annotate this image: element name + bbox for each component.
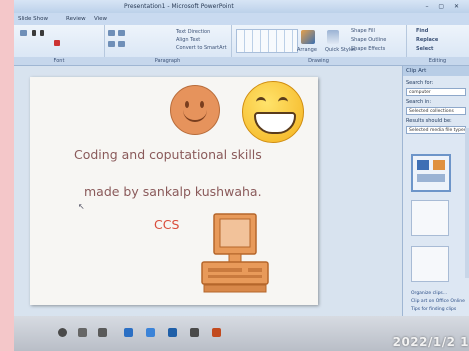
arrange-button[interactable]: Arrange xyxy=(297,47,317,53)
font-box-icon[interactable] xyxy=(20,30,27,36)
drawing-group: Arrange Quick Styles Shape Fill Shape Ou… xyxy=(231,25,407,65)
italic-icon[interactable] xyxy=(40,30,44,36)
pane-scrollbar[interactable] xyxy=(465,128,469,278)
browser-icon[interactable] xyxy=(124,328,133,337)
grinning-face-icon[interactable] xyxy=(242,81,304,143)
slide-workspace: Coding and coputational skills made by s… xyxy=(14,66,402,316)
window-title: Presentation1 - Microsoft PowerPoint xyxy=(124,3,234,10)
computer-clipart-icon[interactable] xyxy=(200,212,270,294)
clip-thumbnail[interactable] xyxy=(411,154,451,192)
drawing-group-label: Drawing xyxy=(231,57,406,65)
convert-smartart-button[interactable]: Convert to SmartArt xyxy=(176,45,227,51)
shape-outline-button[interactable]: Shape Outline xyxy=(351,37,386,43)
bold-icon[interactable] xyxy=(32,30,36,36)
word-icon[interactable] xyxy=(168,328,177,337)
smiley-left-eye xyxy=(185,101,189,108)
search-icon[interactable] xyxy=(78,328,87,337)
grin-mouth xyxy=(254,112,296,134)
arrange-icon[interactable] xyxy=(301,30,315,44)
shape-effects-button[interactable]: Shape Effects xyxy=(351,46,385,52)
menu-review[interactable]: Review xyxy=(66,13,86,25)
bullets-icon[interactable] xyxy=(108,30,115,36)
grin-left-eye xyxy=(256,97,266,107)
replace-button[interactable]: Replace xyxy=(416,37,438,43)
search-in-label: Search in: xyxy=(406,99,432,105)
smiley-face-icon[interactable] xyxy=(170,85,220,135)
menu-bar: Slide Show Review View xyxy=(14,13,469,25)
slide-ccs-text[interactable]: CCS xyxy=(154,217,179,232)
numbering-icon[interactable] xyxy=(118,30,125,36)
align-text-button[interactable]: Align Text xyxy=(176,37,200,43)
select-button[interactable]: Select xyxy=(416,46,433,52)
grin-right-eye xyxy=(278,97,288,107)
clip-art-online-link[interactable]: Clip art on Office Online xyxy=(411,299,465,304)
clip-art-pane: Clip Art Search for: computer Search in:… xyxy=(402,66,469,316)
menu-slide-show[interactable]: Slide Show xyxy=(18,13,48,25)
align-left-icon[interactable] xyxy=(108,41,115,47)
window-controls[interactable]: – ▢ ✕ xyxy=(425,0,463,13)
clip-thumbnail-computer-icon xyxy=(417,160,445,182)
title-bar: Presentation1 - Microsoft PowerPoint – ▢… xyxy=(14,0,469,13)
clip-thumbnail[interactable] xyxy=(411,246,449,282)
font-group-label: Font xyxy=(14,57,104,65)
slide-canvas[interactable]: Coding and coputational skills made by s… xyxy=(30,77,318,305)
smiley-mouth xyxy=(183,108,207,122)
text-direction-button[interactable]: Text Direction xyxy=(176,29,210,35)
shape-fill-button[interactable]: Shape Fill xyxy=(351,28,375,34)
font-group: Font xyxy=(14,25,105,65)
powerpoint-icon[interactable] xyxy=(212,328,221,337)
clip-thumbnail[interactable] xyxy=(411,200,449,236)
tips-finding-clips-link[interactable]: Tips for finding clips xyxy=(411,307,456,312)
quick-styles-icon[interactable] xyxy=(327,30,339,44)
slide-title-text[interactable]: Coding and coputational skills xyxy=(74,147,262,162)
editing-group: Find Replace Select Editing xyxy=(406,25,469,65)
ribbon: Font Text Direction Align Text Convert t… xyxy=(14,25,469,66)
results-select[interactable]: Selected media file types xyxy=(406,126,466,134)
align-center-icon[interactable] xyxy=(118,41,125,47)
smiley-right-eye xyxy=(200,101,204,108)
clip-art-header: Clip Art xyxy=(403,66,469,76)
search-input[interactable]: computer xyxy=(406,88,466,96)
mail-icon[interactable] xyxy=(146,328,155,337)
shapes-gallery[interactable] xyxy=(236,29,298,53)
file-explorer-icon[interactable] xyxy=(190,328,199,337)
timestamp-overlay: 2022/1/2 1 xyxy=(392,335,469,349)
font-color-icon[interactable] xyxy=(54,40,60,46)
screen: Presentation1 - Microsoft PowerPoint – ▢… xyxy=(14,0,469,351)
paragraph-group: Text Direction Align Text Convert to Sma… xyxy=(104,25,232,65)
search-in-select[interactable]: Selected collections xyxy=(406,107,466,115)
organize-clips-link[interactable]: Organize clips... xyxy=(411,291,447,296)
task-view-icon[interactable] xyxy=(98,328,107,337)
search-for-label: Search for: xyxy=(406,80,434,86)
mouse-cursor-icon: ↖ xyxy=(78,202,85,211)
slide-author-text[interactable]: made by sankalp kushwaha. xyxy=(84,184,262,199)
editing-group-label: Editing xyxy=(406,57,469,65)
start-icon[interactable] xyxy=(58,328,67,337)
menu-view[interactable]: View xyxy=(94,13,107,25)
results-label: Results should be: xyxy=(406,118,452,124)
find-button[interactable]: Find xyxy=(416,28,428,34)
paragraph-group-label: Paragraph xyxy=(104,57,231,65)
